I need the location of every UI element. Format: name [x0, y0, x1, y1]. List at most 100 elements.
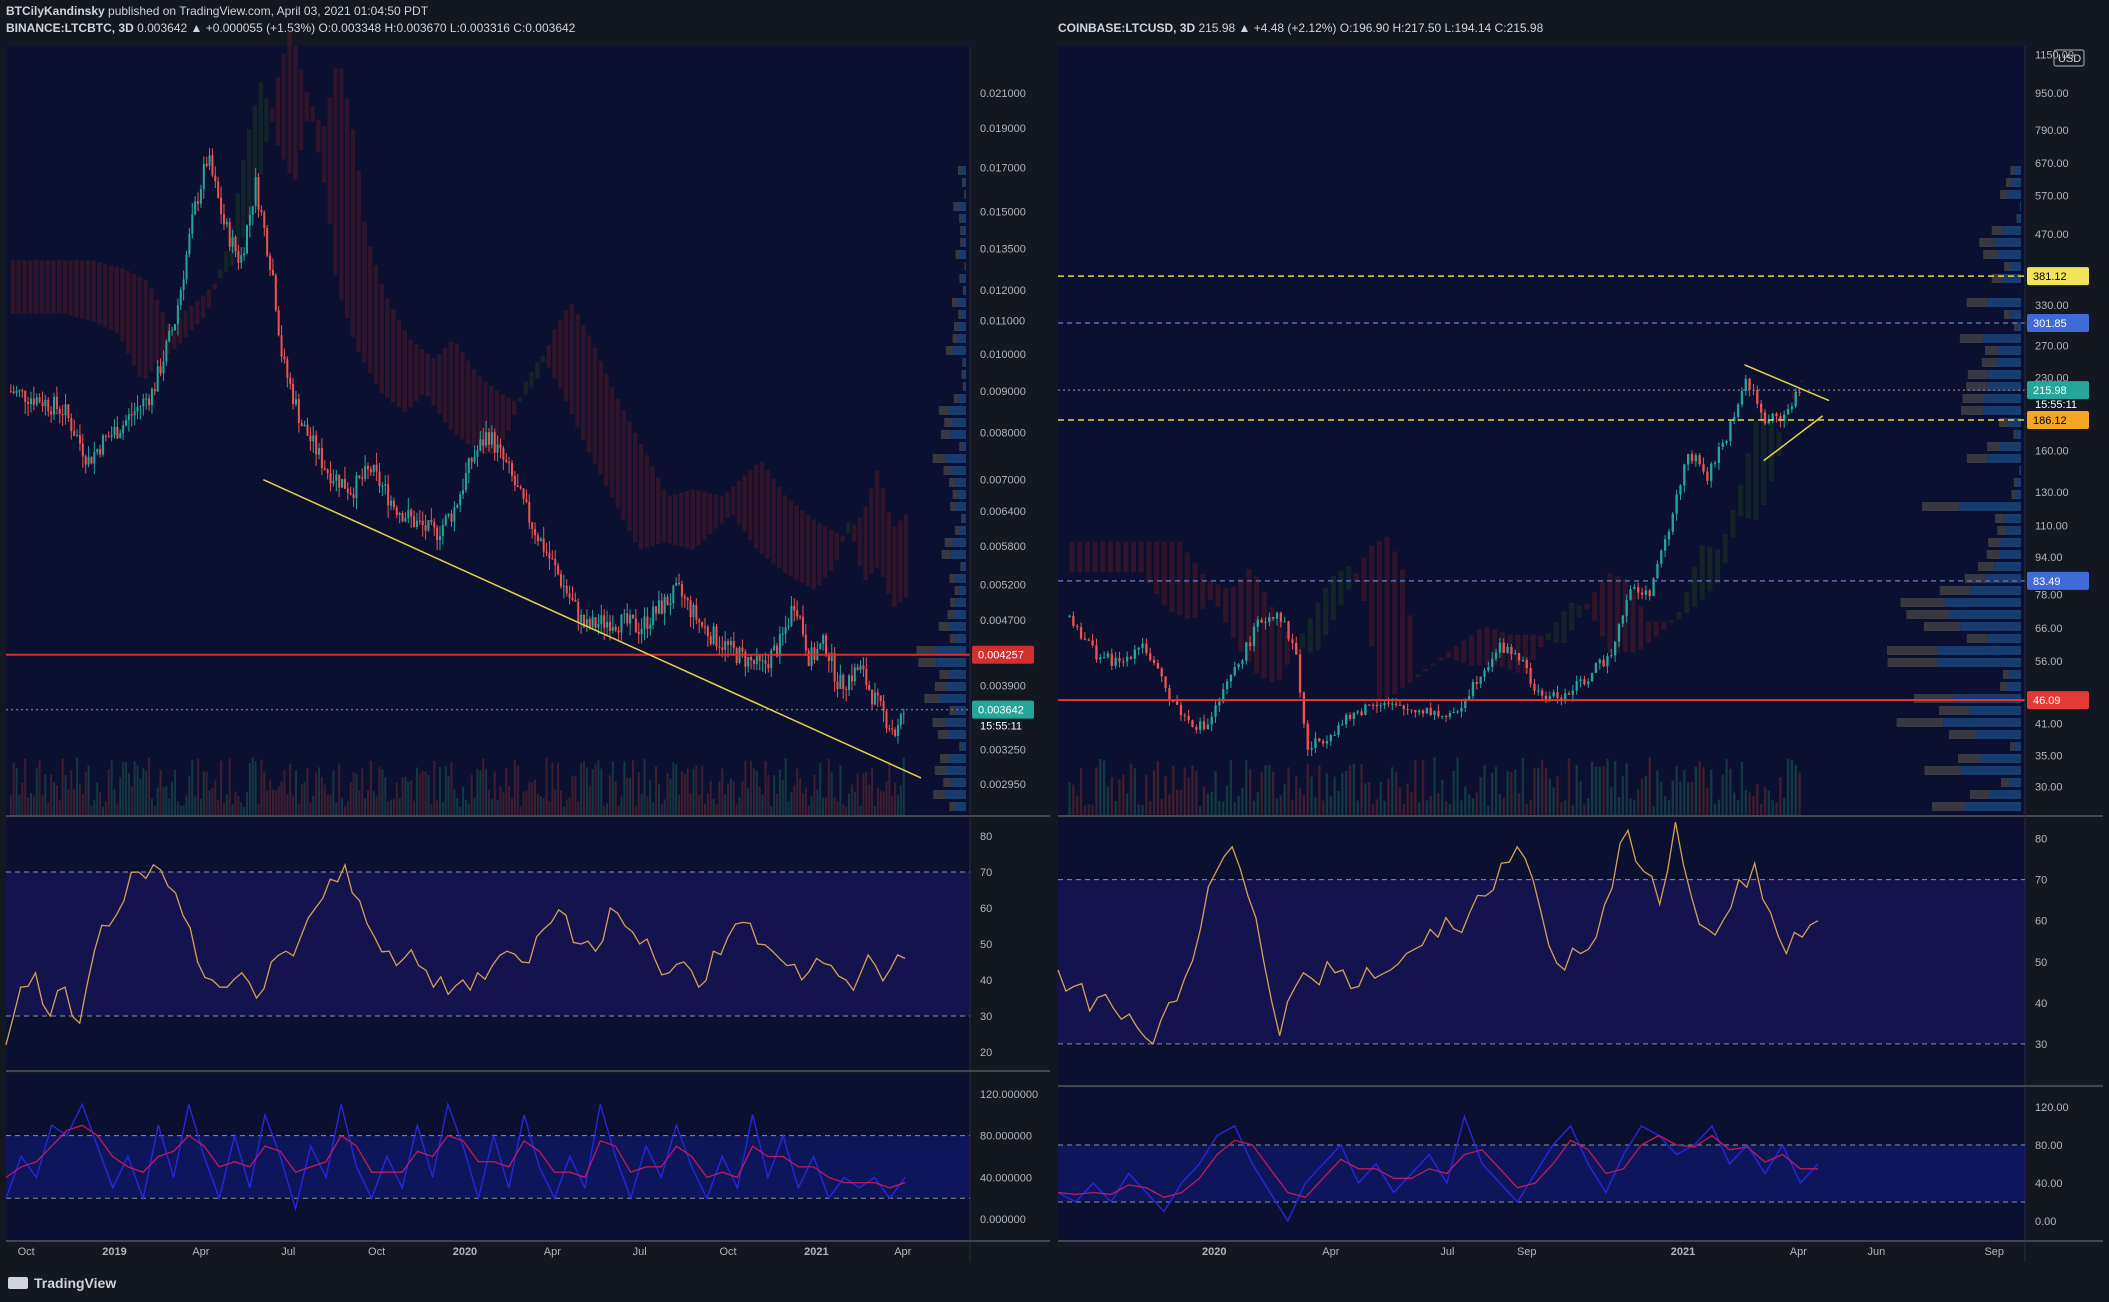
right-volume-bar	[1152, 770, 1156, 815]
right-x-tick-label: Jul	[1440, 1246, 1454, 1258]
left-cloud-segment	[408, 339, 413, 408]
right-y-tick-label: 56.00	[2035, 656, 2063, 668]
left-candle	[712, 626, 715, 645]
right-cloud-segment	[1653, 621, 1659, 637]
right-candle	[1318, 738, 1321, 742]
left-profile-bar-alt	[961, 514, 963, 523]
left-cloud-segment	[362, 221, 367, 363]
right-volume-bar	[1306, 764, 1309, 815]
left-cloud-segment	[126, 271, 131, 354]
left-candle	[718, 646, 721, 648]
left-volume-bar	[822, 797, 825, 815]
right-profile-bar	[1970, 586, 2021, 595]
left-cloud-segment	[592, 347, 598, 464]
left-volume-bar	[191, 759, 194, 815]
right-volume-bar	[1744, 790, 1747, 815]
left-cloud-segment	[287, 30, 292, 173]
left-rsi-y-tick-label: 40	[980, 975, 992, 987]
left-volume-bar	[557, 763, 560, 815]
right-volume-bar	[1129, 763, 1133, 815]
right-volume-bar	[1533, 767, 1536, 815]
right-candle	[1325, 740, 1329, 744]
left-candle	[528, 502, 531, 523]
left-volume-bar	[401, 777, 404, 815]
chart-canvas[interactable]: 0.0210000.0190000.0170000.0150000.013500…	[0, 0, 2109, 1265]
right-candle	[1337, 724, 1340, 735]
left-profile-bar	[959, 250, 966, 259]
left-cloud-segment	[97, 262, 102, 325]
left-cloud-segment	[143, 279, 148, 379]
left-volume-bar	[896, 794, 899, 815]
left-candle	[655, 606, 658, 614]
right-volume-bar	[1302, 794, 1306, 815]
tradingview-logo[interactable]: TradingView	[8, 1275, 116, 1291]
left-volume-bar	[551, 762, 554, 815]
left-candle	[542, 538, 545, 552]
right-volume-bar	[1602, 765, 1605, 815]
right-candle	[1471, 682, 1475, 697]
left-volume-bar	[741, 781, 744, 815]
left-candle	[796, 610, 799, 617]
right-candle	[1552, 692, 1555, 697]
left-cloud-segment	[886, 512, 891, 594]
right-volume-bar	[1256, 792, 1259, 815]
right-cloud-segment	[1576, 605, 1582, 618]
left-candle	[732, 641, 735, 649]
left-volume-bar	[476, 768, 479, 815]
right-profile-bar	[1987, 370, 2021, 379]
right-volume-bar	[1640, 779, 1644, 815]
left-cloud-segment	[638, 444, 644, 550]
right-profile-bar	[1959, 502, 2021, 511]
right-cloud-segment	[1330, 575, 1336, 620]
right-cloud-segment	[1668, 620, 1675, 623]
left-cloud-segment	[500, 394, 505, 440]
left-candle	[519, 486, 522, 489]
left-candle	[859, 665, 862, 670]
left-profile-bar	[962, 562, 966, 571]
right-volume-bar	[1106, 786, 1110, 815]
right-profile-bar-alt	[1979, 238, 1995, 247]
left-volume-bar	[721, 768, 724, 815]
left-rsi-y-tick-label: 70	[980, 867, 992, 879]
left-volume-bar	[343, 805, 346, 815]
right-volume-bar	[1706, 787, 1709, 815]
left-volume-bar	[490, 799, 493, 815]
right-volume-bar	[1210, 791, 1213, 815]
right-profile-bar	[2007, 190, 2021, 199]
left-cloud-segment	[414, 344, 419, 402]
left-profile-bar	[955, 478, 966, 487]
left-volume-bar	[136, 765, 139, 815]
left-candle	[764, 660, 767, 664]
left-volume-bar	[459, 806, 462, 815]
left-y-tick-label: 0.003900	[980, 681, 1026, 693]
right-cloud-segment	[1776, 432, 1782, 457]
left-candle	[850, 675, 853, 682]
left-volume-bar	[130, 786, 133, 815]
left-profile-bar	[957, 298, 966, 307]
right-x-tick-label: 2020	[1202, 1246, 1226, 1258]
right-candle	[1175, 701, 1179, 705]
right-volume-bar	[1168, 794, 1171, 815]
right-volume-bar	[1671, 780, 1674, 815]
left-volume-bar	[810, 796, 813, 815]
right-profile-bar	[1937, 646, 2021, 655]
left-volume-bar	[260, 759, 263, 815]
right-cloud-segment	[1691, 566, 1698, 607]
right-profile-bar	[1949, 610, 2021, 619]
left-candle	[274, 275, 277, 311]
left-volume-bar	[220, 760, 223, 815]
left-candle	[150, 388, 153, 406]
left-volume-bar	[231, 804, 234, 815]
left-candle	[470, 458, 473, 462]
left-candle	[355, 475, 358, 498]
right-cloud-segment	[1722, 533, 1728, 564]
left-rsi-y-tick-label: 80	[980, 831, 992, 843]
left-cloud-segment	[782, 495, 788, 573]
left-candle	[228, 222, 231, 247]
left-candle	[896, 725, 899, 736]
right-volume-bar	[1356, 800, 1359, 815]
left-cloud-segment	[39, 260, 45, 314]
right-volume-bar	[1083, 805, 1087, 815]
right-candle	[1637, 587, 1640, 593]
right-volume-bar	[1279, 795, 1283, 815]
